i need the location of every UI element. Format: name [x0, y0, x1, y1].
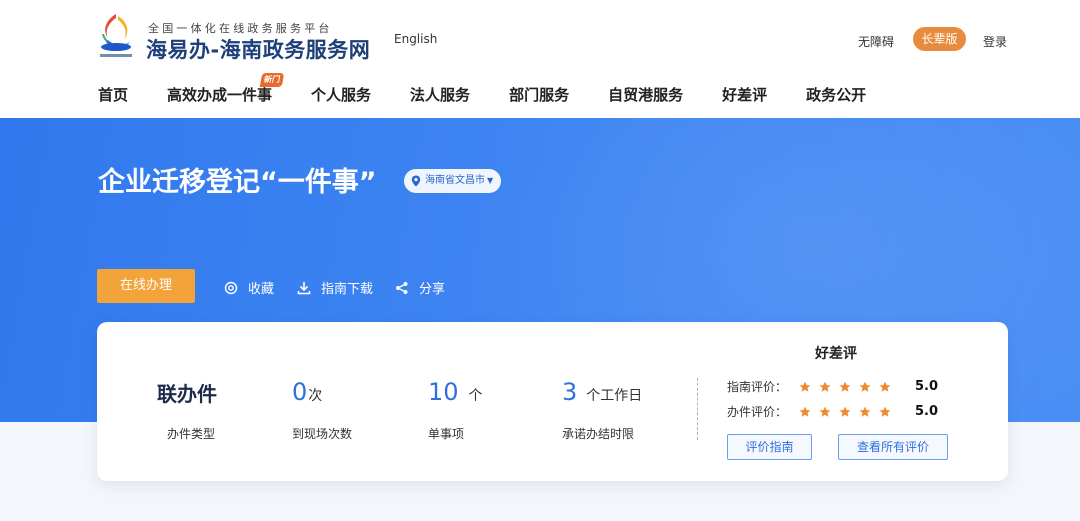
nav-item-public[interactable]: 政务公开	[806, 84, 866, 105]
visits-value: 0次	[292, 378, 322, 406]
nav-item-one-thing[interactable]: 高效办成一件事 新门	[167, 73, 285, 105]
time-value: 3 个工作日	[562, 378, 642, 406]
favorite-label: 收藏	[248, 282, 275, 297]
share-button[interactable]: 分享	[395, 278, 445, 297]
process-score: 5.0	[915, 404, 939, 419]
star-icon	[799, 381, 811, 392]
time-number: 3	[562, 378, 578, 406]
region-selector[interactable]: 海南省文昌市 ▼	[404, 169, 502, 193]
card-divider	[697, 378, 698, 440]
share-label: 分享	[419, 282, 446, 297]
accessibility-link[interactable]: 无障碍	[858, 33, 894, 50]
nav-item-ftp[interactable]: 自贸港服务	[608, 84, 683, 105]
rating-title: 好差评	[815, 346, 857, 362]
guide-rating-row: 指南评价： 5.0	[727, 378, 938, 395]
share-icon	[396, 281, 408, 294]
guide-stars	[799, 381, 899, 393]
page-title: 企业迁移登记“一件事”	[98, 167, 377, 198]
service-summary-card: 联办件 办件类型 0次 到现场次数 10 个 单事项 3 个工作日 承诺办结时限 好…	[97, 322, 1008, 481]
items-unit: 个	[468, 388, 483, 404]
nav-item-personal[interactable]: 个人服务	[311, 84, 371, 105]
download-label: 指南下载	[321, 282, 374, 297]
visits-unit: 次	[308, 388, 323, 404]
favorite-icon	[224, 281, 238, 294]
star-icon	[859, 381, 871, 392]
visits-number: 0	[292, 378, 308, 406]
favorite-button[interactable]: 收藏	[224, 278, 274, 297]
items-value: 10 个	[428, 378, 483, 406]
type-label: 办件类型	[167, 427, 216, 441]
apply-online-button[interactable]: 在线办理	[97, 269, 195, 303]
main-nav: 首页 高效办成一件事 新门 个人服务 法人服务 部门服务 自贸港服务 好差评 政…	[98, 73, 905, 105]
items-label: 单事项	[428, 427, 465, 441]
guide-rating-label: 指南评价：	[727, 380, 788, 394]
english-link[interactable]: English	[394, 32, 437, 46]
site-title[interactable]: 海易办-海南政务服务网	[146, 34, 370, 64]
process-stars	[799, 406, 899, 418]
process-rating-label: 办件评价：	[727, 405, 788, 419]
region-label: 海南省文昌市	[425, 175, 485, 186]
star-icon	[859, 406, 871, 417]
nav-item-rating[interactable]: 好差评	[722, 84, 767, 105]
guide-score: 5.0	[915, 379, 939, 394]
hot-badge: 新门	[259, 73, 285, 87]
star-icon	[879, 381, 891, 392]
nav-item-home[interactable]: 首页	[98, 84, 128, 105]
star-icon	[799, 406, 811, 417]
nav-item-department[interactable]: 部门服务	[509, 84, 569, 105]
download-icon	[297, 281, 311, 294]
site-logo-icon[interactable]	[96, 12, 136, 60]
login-link[interactable]: 登录	[983, 33, 1007, 50]
star-icon	[879, 406, 891, 417]
process-rating-row: 办件评价： 5.0	[727, 403, 938, 420]
items-number: 10	[428, 378, 459, 406]
time-unit: 个工作日	[586, 388, 643, 404]
type-value: 联办件	[157, 378, 217, 407]
chevron-down-icon: ▼	[487, 176, 494, 185]
type-value-text: 联办件	[157, 382, 217, 406]
rate-guide-button[interactable]: 评价指南	[727, 434, 812, 460]
location-pin-icon	[411, 175, 421, 187]
nav-item-label: 高效办成一件事	[167, 86, 273, 104]
elder-mode-button[interactable]: 长辈版	[913, 27, 966, 51]
nav-item-legal-person[interactable]: 法人服务	[410, 84, 470, 105]
download-guide-button[interactable]: 指南下载	[297, 278, 373, 297]
star-icon	[839, 381, 851, 392]
star-icon	[819, 406, 831, 417]
star-icon	[819, 381, 831, 392]
visits-label: 到现场次数	[292, 427, 353, 441]
site-header: 全国一体化在线政务服务平台 海易办-海南政务服务网 English 无障碍 长辈…	[0, 0, 1080, 118]
view-all-ratings-button[interactable]: 查看所有评价	[838, 434, 948, 460]
time-label: 承诺办结时限	[562, 427, 635, 441]
star-icon	[839, 406, 851, 417]
